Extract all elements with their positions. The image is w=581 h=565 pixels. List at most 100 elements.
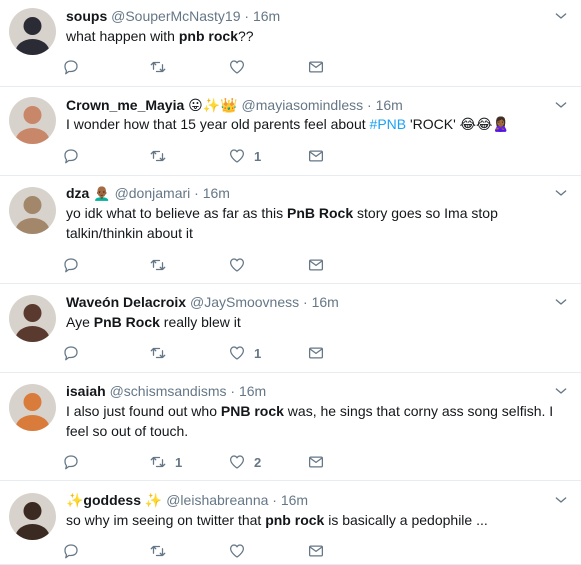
separator-dot: · bbox=[226, 383, 239, 399]
more-options-button[interactable] bbox=[553, 294, 569, 310]
tweet-item[interactable]: soups @SouperMcNasty19 · 16m what happen … bbox=[0, 0, 581, 87]
like-button[interactable]: 1 bbox=[228, 145, 261, 167]
direct-message-button[interactable] bbox=[307, 145, 325, 167]
tweet-text: what happen with pnb rock?? bbox=[66, 26, 567, 46]
display-name[interactable]: ✨goddess ✨ bbox=[66, 492, 162, 508]
like-button[interactable] bbox=[228, 56, 246, 78]
direct-message-button[interactable] bbox=[307, 56, 325, 78]
text-segment: is basically a pedophile ... bbox=[324, 512, 488, 528]
like-button[interactable] bbox=[228, 254, 246, 276]
text-segment: so why im seeing on twitter that bbox=[66, 512, 266, 528]
tweet-header: ✨goddess ✨ @leishabreanna · 16m bbox=[66, 491, 551, 509]
tweet-header: soups @SouperMcNasty19 · 16m bbox=[66, 7, 551, 25]
tweet-header: dza 👨🏾‍🦲 @donjamari · 16m bbox=[66, 184, 551, 202]
avatar[interactable] bbox=[9, 384, 56, 431]
more-options-button[interactable] bbox=[553, 8, 569, 24]
timestamp-link[interactable]: 16m bbox=[281, 492, 308, 508]
retweet-button[interactable] bbox=[149, 56, 167, 78]
tweet-actions bbox=[62, 56, 342, 78]
highlighted-term: PNB rock bbox=[220, 403, 284, 419]
reply-button[interactable] bbox=[62, 56, 80, 78]
retweet-button[interactable] bbox=[149, 540, 167, 562]
tweet-item[interactable]: dza 👨🏾‍🦲 @donjamari · 16m yo idk what to … bbox=[0, 176, 581, 284]
timestamp-link[interactable]: 16m bbox=[239, 383, 266, 399]
retweet-icon bbox=[150, 150, 166, 162]
tweet-item[interactable]: ✨goddess ✨ @leishabreanna · 16m so why im… bbox=[0, 481, 581, 565]
tweet-header: Waveón Delacroix @JaySmoovness · 16m bbox=[66, 293, 551, 311]
chevron-down-icon bbox=[555, 190, 567, 196]
display-name[interactable]: soups bbox=[66, 8, 107, 24]
reply-button[interactable] bbox=[62, 254, 80, 276]
username-handle[interactable]: @mayiasomindless bbox=[242, 97, 364, 113]
avatar[interactable] bbox=[9, 493, 56, 540]
tweet-text: Aye PnB Rock really blew it bbox=[66, 312, 567, 332]
highlighted-term: PnB Rock bbox=[93, 314, 160, 330]
display-name[interactable]: Waveón Delacroix bbox=[66, 294, 186, 310]
retweet-button[interactable] bbox=[149, 145, 167, 167]
direct-message-button[interactable] bbox=[307, 342, 325, 364]
chevron-down-icon bbox=[555, 13, 567, 19]
avatar[interactable] bbox=[9, 8, 56, 55]
tweet-item[interactable]: isaiah @schismsandisms · 16m I also just … bbox=[0, 373, 581, 481]
more-options-button[interactable] bbox=[553, 185, 569, 201]
avatar[interactable] bbox=[9, 295, 56, 342]
reply-button[interactable] bbox=[62, 145, 80, 167]
tweet-text: yo idk what to believe as far as this Pn… bbox=[66, 203, 567, 243]
more-options-button[interactable] bbox=[553, 97, 569, 113]
display-name[interactable]: Crown_me_Mayia bbox=[66, 97, 184, 113]
highlighted-term: PnB Rock bbox=[287, 205, 354, 221]
direct-message-button[interactable] bbox=[307, 451, 325, 473]
timestamp-link[interactable]: 16m bbox=[203, 185, 230, 201]
text-segment: I wonder how that 15 year old parents fe… bbox=[66, 116, 370, 132]
tweet-item[interactable]: Crown_me_Mayia 😛✨👑 @mayiasomindless · 16… bbox=[0, 87, 581, 176]
like-button[interactable]: 1 bbox=[228, 342, 261, 364]
display-name[interactable]: isaiah bbox=[66, 383, 106, 399]
tweet-actions bbox=[62, 254, 342, 276]
retweet-icon bbox=[150, 259, 166, 271]
avatar[interactable] bbox=[9, 97, 56, 144]
avatar[interactable] bbox=[9, 187, 56, 234]
retweet-button[interactable] bbox=[149, 254, 167, 276]
more-options-button[interactable] bbox=[553, 383, 569, 399]
like-count: 1 bbox=[254, 148, 262, 164]
like-button[interactable] bbox=[228, 540, 246, 562]
like-count: 2 bbox=[254, 454, 262, 470]
reply-button[interactable] bbox=[62, 451, 80, 473]
tweet-item[interactable]: Waveón Delacroix @JaySmoovness · 16m Aye … bbox=[0, 284, 581, 373]
reply-icon bbox=[64, 346, 78, 361]
username-handle[interactable]: @donjamari bbox=[115, 185, 191, 201]
timestamp-link[interactable]: 16m bbox=[312, 294, 339, 310]
reply-button[interactable] bbox=[62, 342, 80, 364]
reply-icon bbox=[64, 60, 78, 75]
heart-icon bbox=[229, 544, 245, 558]
reply-icon bbox=[64, 455, 78, 470]
tweet-text: I wonder how that 15 year old parents fe… bbox=[66, 114, 567, 134]
timestamp-link[interactable]: 16m bbox=[253, 8, 280, 24]
username-handle[interactable]: @schismsandisms bbox=[110, 383, 227, 399]
retweet-count: 1 bbox=[175, 454, 183, 470]
display-name[interactable]: dza bbox=[66, 185, 89, 201]
tweet-text: so why im seeing on twitter that pnb roc… bbox=[66, 510, 567, 530]
retweet-button[interactable] bbox=[149, 342, 167, 364]
text-segment: ?? bbox=[237, 28, 254, 44]
direct-message-button[interactable] bbox=[307, 540, 325, 562]
hashtag-link[interactable]: #PNB bbox=[370, 116, 407, 132]
reply-button[interactable] bbox=[62, 540, 80, 562]
username-handle[interactable]: @leishabreanna bbox=[166, 492, 268, 508]
username-handle[interactable]: @JaySmoovness bbox=[190, 294, 299, 310]
tweet-text: I also just found out who PNB rock was, … bbox=[66, 401, 567, 441]
name-emoji-badges: 👨🏾‍🦲 bbox=[93, 185, 111, 201]
direct-message-button[interactable] bbox=[307, 254, 325, 276]
separator-dot: · bbox=[268, 492, 281, 508]
like-button[interactable]: 2 bbox=[228, 451, 261, 473]
text-segment: yo idk what to believe as far as this bbox=[66, 205, 287, 221]
reply-icon bbox=[64, 544, 78, 559]
heart-icon bbox=[229, 60, 245, 74]
heart-icon bbox=[229, 455, 245, 469]
retweet-button[interactable]: 1 bbox=[149, 451, 182, 473]
envelope-icon bbox=[308, 545, 324, 557]
timestamp-link[interactable]: 16m bbox=[376, 97, 403, 113]
more-options-button[interactable] bbox=[553, 492, 569, 508]
username-handle[interactable]: @SouperMcNasty19 bbox=[111, 8, 240, 24]
tweet-actions bbox=[62, 540, 342, 562]
